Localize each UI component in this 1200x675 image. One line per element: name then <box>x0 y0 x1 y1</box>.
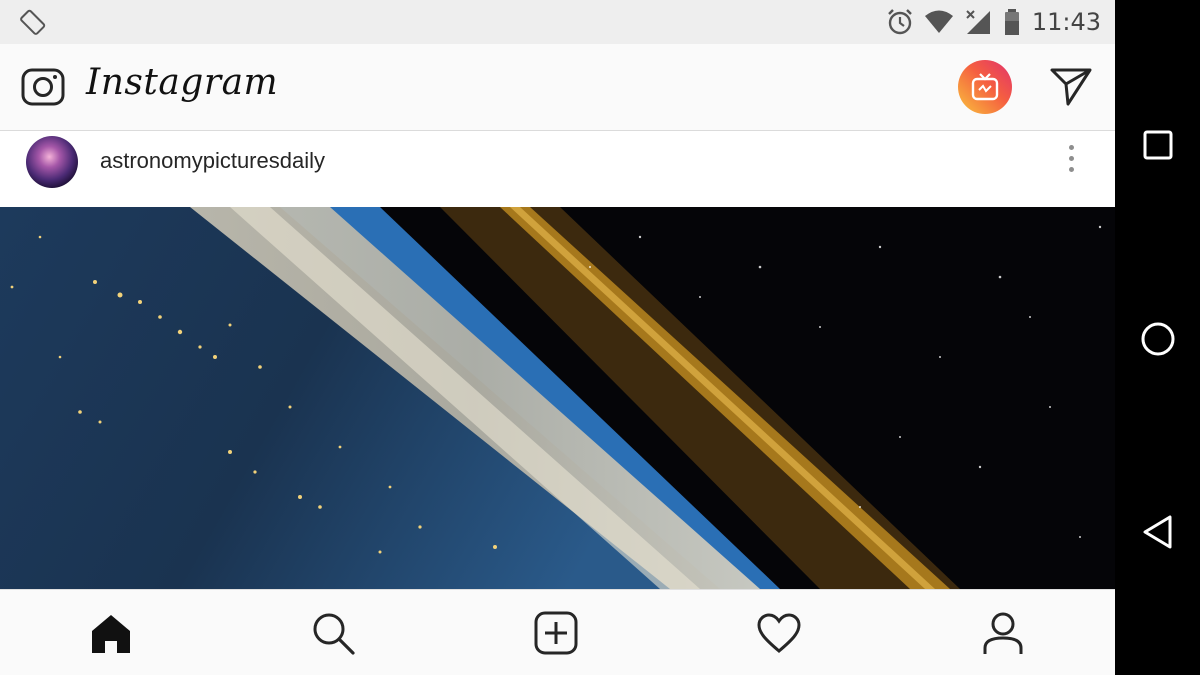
app-screen: 11:43 Instagram astronomypicturesdaily <box>0 0 1115 675</box>
nav-add-post[interactable] <box>531 608 581 658</box>
system-nav-bar <box>1115 0 1200 675</box>
back-icon <box>1143 515 1171 548</box>
system-home-button[interactable] <box>1135 316 1180 361</box>
battery-icon <box>1005 9 1019 35</box>
nav-search[interactable] <box>308 608 358 658</box>
add-post-icon <box>534 611 578 655</box>
status-bar: 11:43 <box>0 0 1115 44</box>
recents-icon <box>1143 130 1172 159</box>
search-icon <box>313 613 355 655</box>
activity-heart-icon <box>757 613 801 653</box>
status-time: 11:43 <box>1031 8 1101 36</box>
home-circle-icon <box>1141 322 1174 355</box>
igtv-icon <box>971 73 999 101</box>
post-media[interactable] <box>0 207 1115 589</box>
instagram-logo: Instagram <box>86 62 279 103</box>
home-icon <box>92 615 130 653</box>
screen-rotation-icon <box>20 9 46 35</box>
app-header: Instagram <box>0 44 1115 131</box>
alarm-icon <box>888 9 912 35</box>
post-username[interactable]: astronomypicturesdaily <box>100 148 325 174</box>
earth-horizon-image <box>0 207 1115 589</box>
recents-button[interactable] <box>1135 122 1180 167</box>
avatar[interactable] <box>26 136 78 188</box>
back-button[interactable] <box>1135 509 1180 554</box>
signal-icon <box>966 10 990 34</box>
igtv-button[interactable] <box>958 60 1012 114</box>
wifi-icon <box>925 10 953 33</box>
nav-home[interactable] <box>86 608 136 658</box>
nav-profile[interactable] <box>978 608 1028 658</box>
profile-icon <box>983 612 1023 654</box>
camera-icon[interactable] <box>20 64 66 108</box>
post-header: astronomypicturesdaily <box>0 131 1115 207</box>
bottom-nav <box>0 589 1115 675</box>
direct-message-icon[interactable] <box>1048 64 1094 108</box>
nav-activity[interactable] <box>754 608 804 658</box>
more-vertical-icon[interactable] <box>1061 145 1081 179</box>
